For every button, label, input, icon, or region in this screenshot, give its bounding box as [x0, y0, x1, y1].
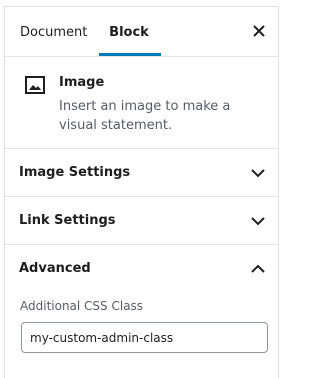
close-button[interactable]	[248, 20, 270, 42]
tab-block-label: Block	[109, 25, 149, 40]
block-title: Image	[59, 75, 105, 90]
tab-block[interactable]: Block	[99, 7, 159, 56]
panel-advanced-header[interactable]: Advanced	[5, 245, 278, 293]
sidebar-header: Document Block	[5, 7, 278, 57]
chevron-down-icon	[251, 169, 265, 178]
image-icon	[25, 76, 45, 94]
close-icon	[253, 25, 265, 37]
panel-advanced-title: Advanced	[19, 261, 91, 276]
block-card: Image Insert an image to make a visual s…	[5, 57, 278, 149]
chevron-down-icon	[251, 217, 265, 226]
tab-document-label: Document	[20, 25, 88, 40]
tab-document[interactable]: Document	[20, 7, 87, 56]
panel-link-settings-title: Link Settings	[19, 213, 116, 228]
panel-link-settings[interactable]: Link Settings	[5, 197, 278, 245]
panel-advanced: Advanced Additional CSS Class	[5, 245, 278, 377]
active-tab-indicator	[99, 53, 161, 56]
panel-image-settings-title: Image Settings	[19, 165, 131, 180]
css-class-label: Additional CSS Class	[20, 299, 144, 313]
block-description: Insert an image to make a visual stateme…	[59, 99, 231, 133]
block-settings-sidebar: Document Block Image Insert an image to …	[4, 6, 279, 378]
css-class-input[interactable]	[21, 322, 268, 353]
chevron-up-icon	[251, 264, 265, 273]
panel-image-settings[interactable]: Image Settings	[5, 149, 278, 197]
